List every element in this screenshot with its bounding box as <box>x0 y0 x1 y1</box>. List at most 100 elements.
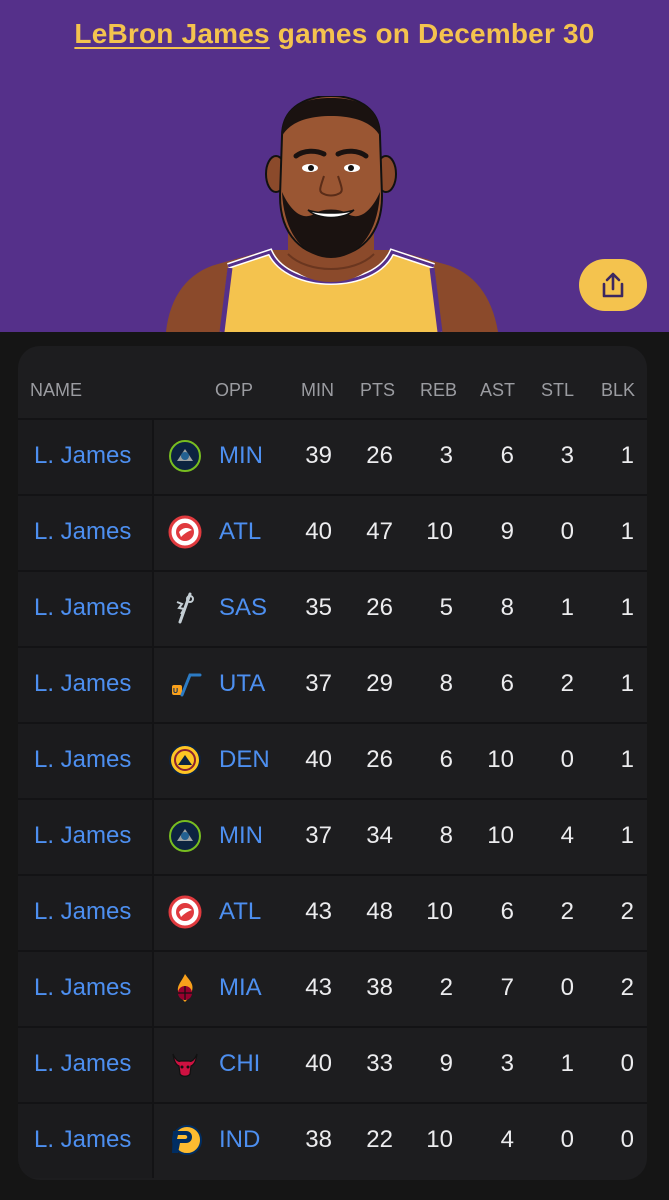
stat-stl: 0 <box>560 974 574 1001</box>
stat-stl: 0 <box>560 1126 574 1153</box>
stat-reb: 10 <box>426 898 453 925</box>
stat-min: 39 <box>305 442 332 469</box>
stat-min: 43 <box>305 898 332 925</box>
stat-blk: 2 <box>620 974 634 1001</box>
stat-blk: 1 <box>620 746 634 773</box>
stat-pts: 26 <box>366 442 393 469</box>
stat-pts: 22 <box>366 1126 393 1153</box>
stat-stl: 4 <box>560 822 574 849</box>
player-link[interactable]: LeBron James <box>74 18 269 49</box>
stat-min: 40 <box>305 1050 332 1077</box>
player-name-link[interactable]: L. James <box>34 442 131 470</box>
jazz-logo-icon: U <box>172 673 202 697</box>
opponent-link[interactable]: DEN <box>219 746 270 774</box>
stat-pts: 34 <box>366 822 393 849</box>
hero-banner: LeBron James games on December 30 <box>0 0 669 332</box>
stat-ast: 7 <box>500 974 514 1001</box>
opponent-link[interactable]: CHI <box>219 1050 260 1078</box>
table-row[interactable]: L. James MIA 43 38 2 7 0 2 <box>18 950 647 1026</box>
stat-min: 43 <box>305 974 332 1001</box>
heat-logo-icon <box>177 974 193 1002</box>
opponent-link[interactable]: SAS <box>219 594 267 622</box>
page-title: LeBron James games on December 30 <box>0 18 669 50</box>
stat-pts: 26 <box>366 746 393 773</box>
stat-blk: 1 <box>620 594 634 621</box>
stat-stl: 0 <box>560 746 574 773</box>
name-cell: L. James <box>18 496 154 570</box>
stat-reb: 2 <box>439 974 453 1001</box>
stat-min: 38 <box>305 1126 332 1153</box>
stat-reb: 9 <box>439 1050 453 1077</box>
stat-blk: 1 <box>620 822 634 849</box>
opponent-link[interactable]: MIN <box>219 822 263 850</box>
stat-pts: 47 <box>366 518 393 545</box>
stat-stl: 1 <box>560 1050 574 1077</box>
player-name-link[interactable]: L. James <box>34 670 131 698</box>
name-cell: L. James <box>18 1028 154 1102</box>
table-row[interactable]: L. James ATL 43 48 10 6 2 2 <box>18 874 647 950</box>
player-portrait <box>166 96 498 332</box>
stat-reb: 6 <box>439 746 453 773</box>
table-row[interactable]: L. James DEN 40 26 6 10 0 1 <box>18 722 647 798</box>
stat-ast: 6 <box>500 670 514 697</box>
stat-stl: 3 <box>560 442 574 469</box>
player-name-link[interactable]: L. James <box>34 518 131 546</box>
stat-min: 40 <box>305 746 332 773</box>
table-row[interactable]: L. James MIN 37 34 8 10 4 1 <box>18 798 647 874</box>
stat-blk: 1 <box>620 518 634 545</box>
opponent-link[interactable]: ATL <box>219 898 261 926</box>
name-cell: L. James <box>18 648 154 722</box>
stat-min: 40 <box>305 518 332 545</box>
player-name-link[interactable]: L. James <box>34 746 131 774</box>
timberwolves-logo-icon <box>169 440 201 472</box>
nuggets-logo-icon <box>169 744 201 776</box>
opponent-link[interactable]: MIA <box>219 974 262 1002</box>
table-row[interactable]: L. James ATL 40 47 10 9 0 1 <box>18 494 647 570</box>
timberwolves-logo-icon <box>169 820 201 852</box>
stat-stl: 0 <box>560 518 574 545</box>
opponent-link[interactable]: ATL <box>219 518 261 546</box>
table-row[interactable]: L. James SAS 35 26 5 8 1 1 <box>18 570 647 646</box>
title-suffix: games on December 30 <box>269 18 595 49</box>
stat-blk: 2 <box>620 898 634 925</box>
col-header-name[interactable]: NAME <box>30 380 82 401</box>
col-header-reb[interactable]: REB <box>420 380 457 401</box>
stat-blk: 0 <box>620 1126 634 1153</box>
opponent-link[interactable]: MIN <box>219 442 263 470</box>
stat-stl: 2 <box>560 670 574 697</box>
stat-reb: 10 <box>426 1126 453 1153</box>
hawks-logo-icon <box>168 515 202 549</box>
stat-reb: 8 <box>439 822 453 849</box>
col-header-stl[interactable]: STL <box>541 380 574 401</box>
opponent-link[interactable]: UTA <box>219 670 265 698</box>
player-name-link[interactable]: L. James <box>34 974 131 1002</box>
col-header-blk[interactable]: BLK <box>601 380 635 401</box>
player-name-link[interactable]: L. James <box>34 1050 131 1078</box>
table-row[interactable]: L. James U UTA 37 29 8 6 2 1 <box>18 646 647 722</box>
name-cell: L. James <box>18 876 154 950</box>
share-button[interactable] <box>579 259 647 311</box>
player-name-link[interactable]: L. James <box>34 822 131 850</box>
stat-min: 37 <box>305 822 332 849</box>
player-name-link[interactable]: L. James <box>34 1126 131 1154</box>
name-cell: L. James <box>18 724 154 798</box>
table-row[interactable]: L. James MIN 39 26 3 6 3 1 <box>18 418 647 494</box>
table-row[interactable]: L. James CHI 40 33 9 3 1 0 <box>18 1026 647 1102</box>
stat-pts: 33 <box>366 1050 393 1077</box>
stat-ast: 10 <box>487 746 514 773</box>
col-header-opp[interactable]: OPP <box>215 380 253 401</box>
col-header-pts[interactable]: PTS <box>360 380 395 401</box>
stat-ast: 4 <box>500 1126 514 1153</box>
player-name-link[interactable]: L. James <box>34 898 131 926</box>
pacers-logo-icon <box>172 1125 202 1155</box>
col-header-min[interactable]: MIN <box>301 380 334 401</box>
table-row[interactable]: L. James IND 38 22 10 4 0 0 <box>18 1102 647 1178</box>
stat-stl: 1 <box>560 594 574 621</box>
svg-text:U: U <box>173 688 178 695</box>
opponent-link[interactable]: IND <box>219 1126 260 1154</box>
stat-reb: 5 <box>439 594 453 621</box>
name-cell: L. James <box>18 572 154 646</box>
col-header-ast[interactable]: AST <box>480 380 515 401</box>
player-name-link[interactable]: L. James <box>34 594 131 622</box>
name-cell: L. James <box>18 800 154 874</box>
